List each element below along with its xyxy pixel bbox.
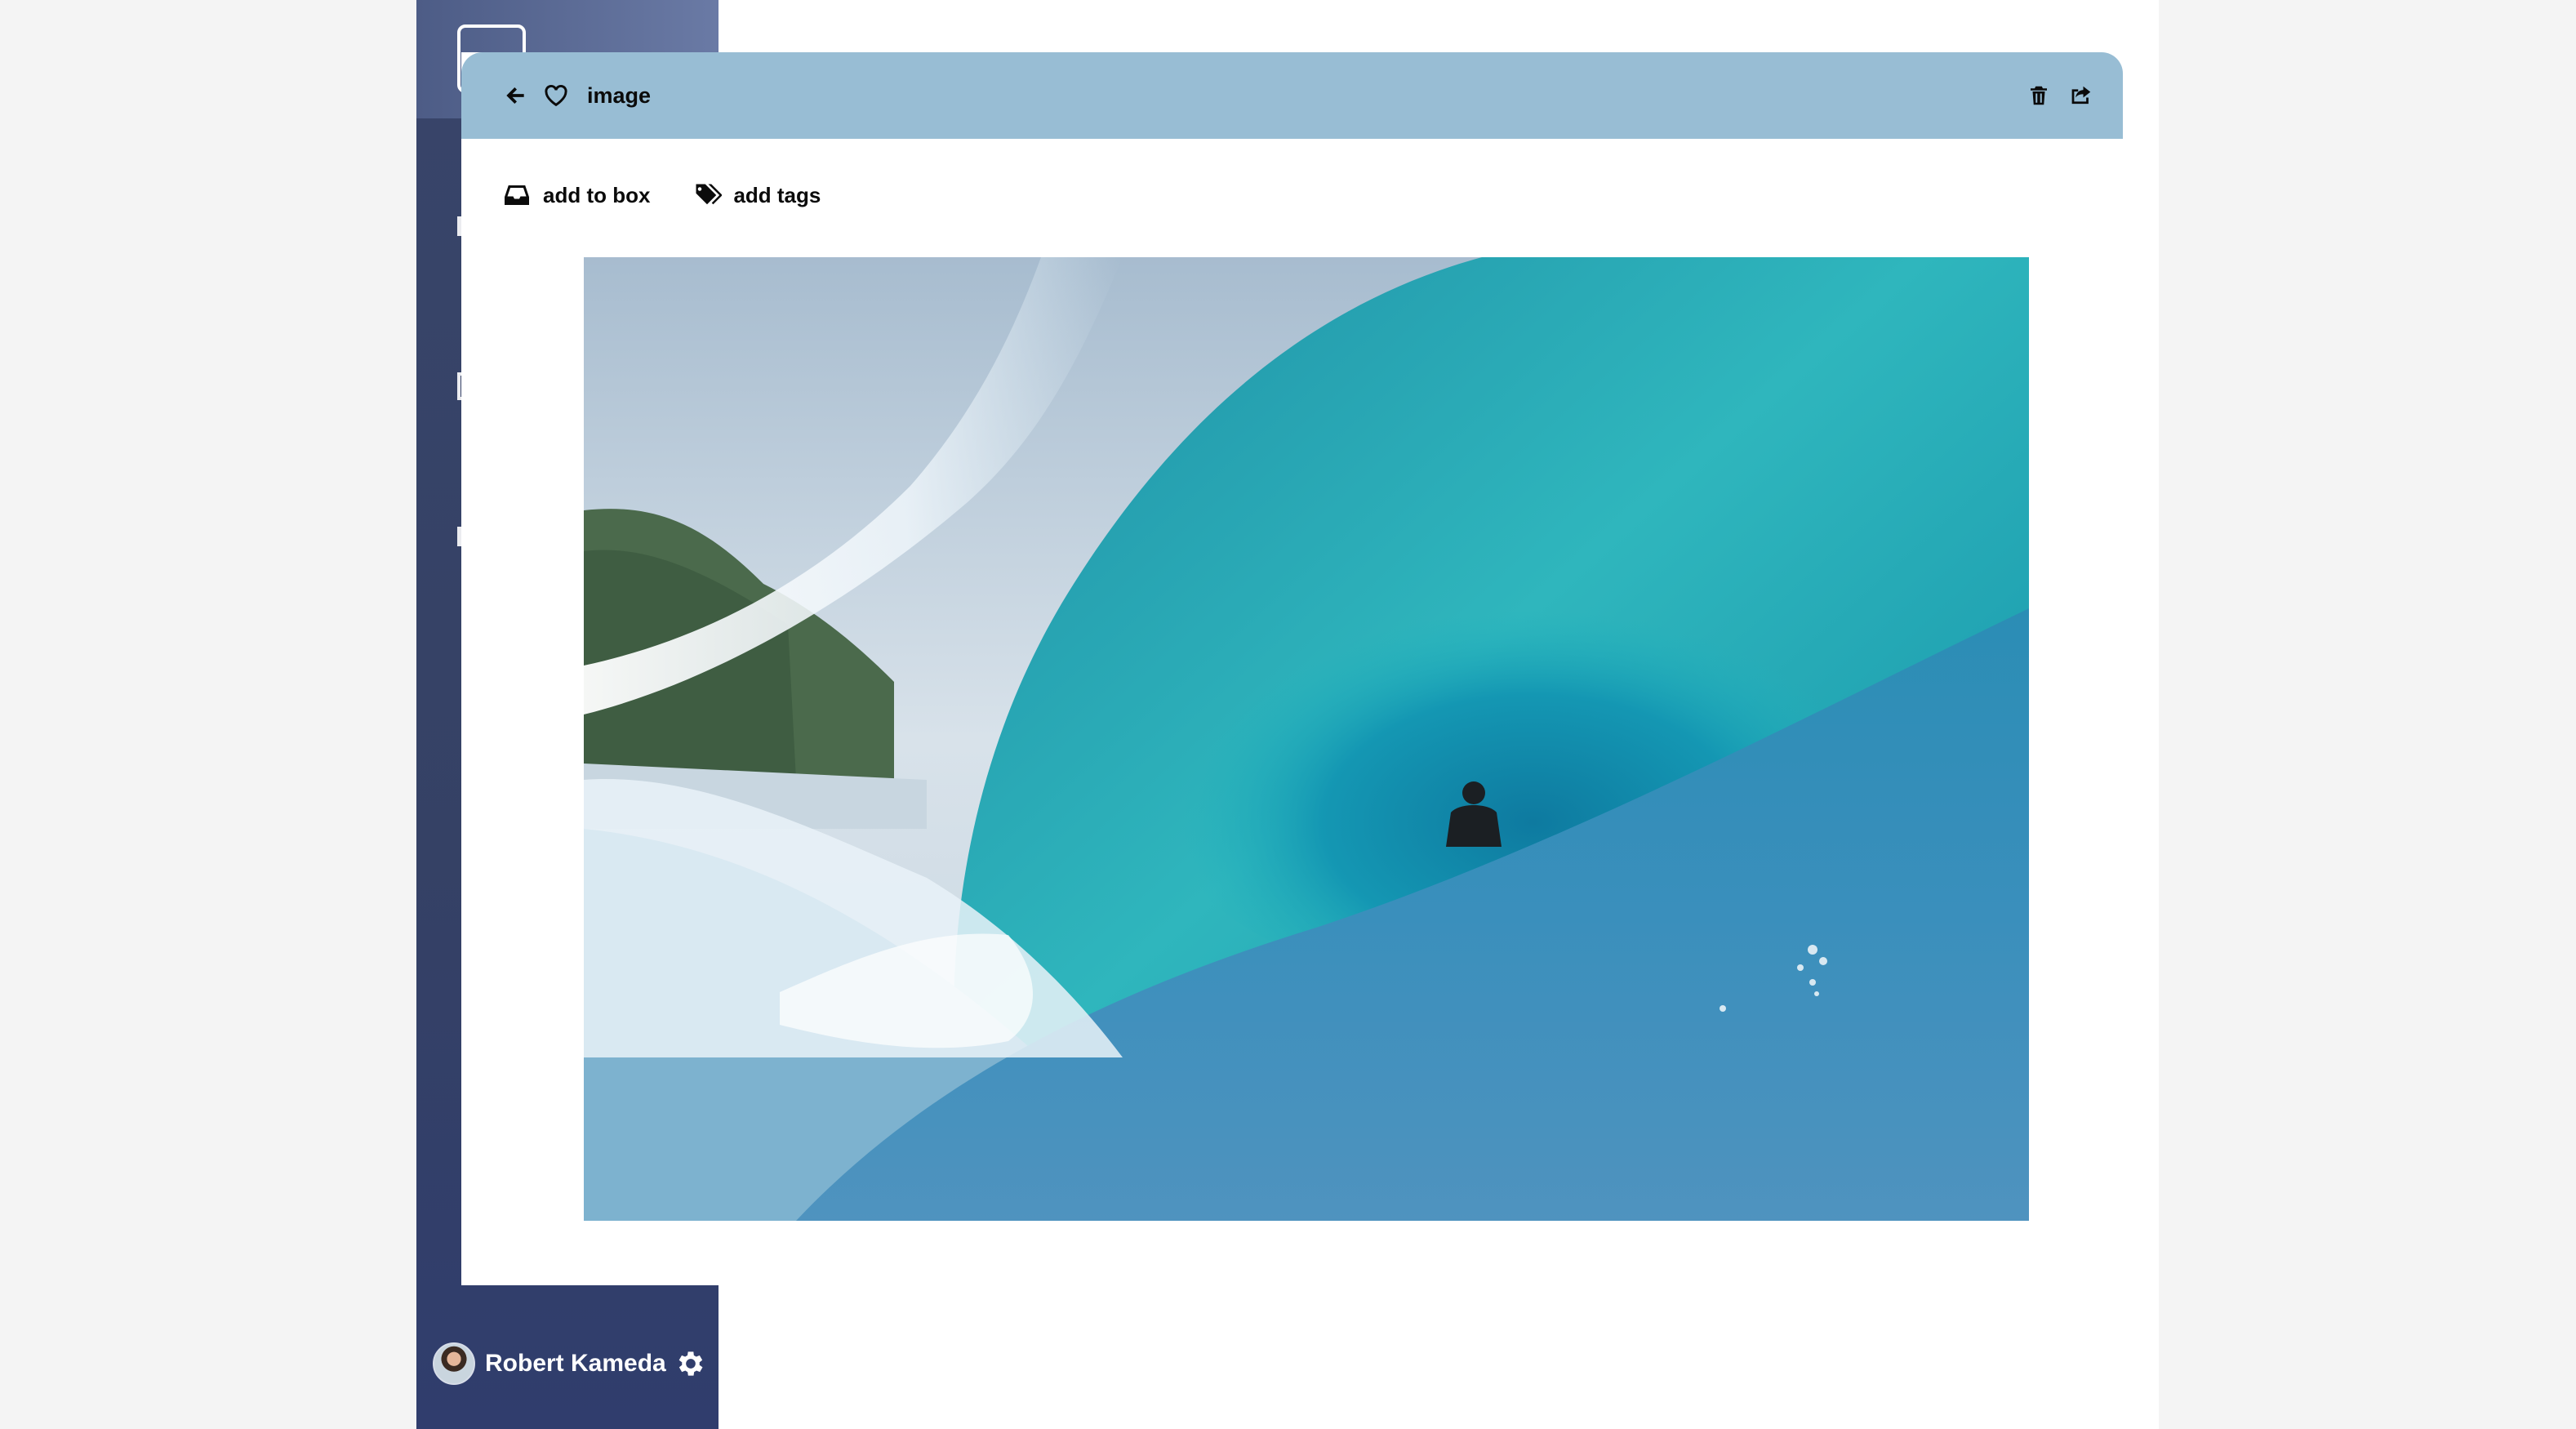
modal-title: image — [587, 82, 652, 108]
tags-icon — [695, 184, 723, 205]
inbox-icon — [505, 185, 529, 205]
header-left: image — [502, 52, 651, 139]
modal-header: image — [461, 52, 2123, 139]
heart-icon[interactable] — [543, 82, 569, 109]
gear-icon[interactable] — [674, 1347, 707, 1380]
add-tags-button[interactable]: add tags — [692, 180, 821, 210]
back-arrow-icon[interactable] — [502, 82, 528, 109]
share-icon[interactable] — [2069, 83, 2093, 108]
avatar[interactable] — [433, 1342, 475, 1385]
user-name[interactable]: Robert Kameda — [485, 1350, 666, 1378]
trash-icon[interactable] — [2027, 83, 2051, 108]
wave-photo — [584, 257, 2029, 1221]
user-profile[interactable]: Robert Kameda — [433, 1339, 707, 1388]
header-right — [2009, 52, 2093, 139]
add-to-box-button[interactable]: add to box — [502, 180, 650, 210]
action-bar: add to box add tags — [502, 175, 863, 216]
add-to-box-label: add to box — [543, 182, 651, 207]
add-tags-label: add tags — [733, 182, 821, 207]
image-modal: image add to box add tags — [461, 52, 2123, 1285]
